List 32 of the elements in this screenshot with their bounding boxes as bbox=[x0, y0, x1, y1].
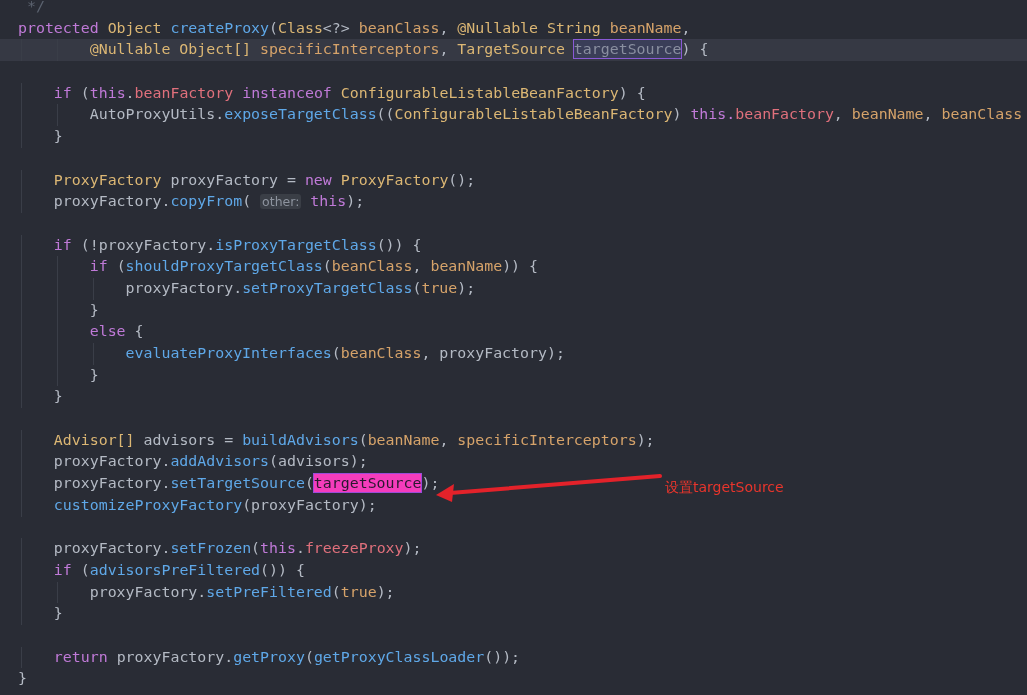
code-text: if (shouldProxyTargetClass(beanClass, beanName)) { bbox=[88, 257, 539, 276]
code-text: ProxyFactory proxyFactory = new ProxyFactory(); bbox=[52, 170, 476, 189]
code-text: this); bbox=[309, 192, 365, 211]
code-text: customizeProxyFactory(proxyFactory); bbox=[52, 495, 377, 514]
code-text: } bbox=[52, 127, 63, 146]
code-text: ); bbox=[421, 474, 440, 493]
code-text: proxyFactory.setFrozen(this.freezeProxy); bbox=[52, 539, 422, 558]
parameter-hint: other: bbox=[260, 194, 302, 210]
code-text: evaluateProxyInterfaces(beanClass, proxyFactory); bbox=[124, 344, 565, 362]
code-text: @Nullable Object[] specificInterceptors, TargetSource bbox=[88, 40, 566, 59]
code-text: } bbox=[88, 365, 99, 384]
code-text: proxyFactory.copyFrom( bbox=[52, 192, 253, 211]
code-text: AutoProxyUtils.exposeTargetClass((ConfigurableListableBeanFactory) this.beanFactory, beanName, beanClass bbox=[88, 105, 1023, 124]
code-text: proxyFactory.addAdvisors(advisors); bbox=[52, 452, 368, 471]
code-text: if (advisorsPreFiltered()) { bbox=[52, 560, 305, 579]
code-text: } bbox=[88, 300, 99, 319]
annotation-text: 设置targetSource bbox=[665, 478, 784, 497]
highlighted-identifier: targetSource bbox=[573, 40, 682, 59]
code-text: if (!proxyFactory.isProxyTargetClass()) { bbox=[52, 235, 422, 254]
code-text: else { bbox=[88, 322, 144, 341]
code-text: proxyFactory.setPreFiltered(true); bbox=[88, 582, 395, 601]
code-text: return proxyFactory.getProxy(getProxyClassLoader()); bbox=[52, 647, 521, 666]
code-text: ) { bbox=[681, 40, 709, 59]
code-text: */ bbox=[25, 0, 45, 15]
code-text: if (this.beanFactory instanceof ConfigurableListableBeanFactory) { bbox=[52, 83, 646, 102]
code-text: proxyFactory.setProxyTargetClass(true); bbox=[124, 278, 476, 297]
code-text: Advisor[] advisors = buildAdvisors(beanName, specificInterceptors); bbox=[52, 430, 655, 449]
selected-identifier: targetSource bbox=[313, 474, 422, 493]
code-text: } bbox=[52, 387, 63, 406]
code-text: protected Object createProxy(Class<?> beanClass, @Nullable String beanName, bbox=[18, 18, 691, 37]
code-text: } bbox=[52, 604, 63, 623]
code-text: } bbox=[18, 669, 27, 688]
